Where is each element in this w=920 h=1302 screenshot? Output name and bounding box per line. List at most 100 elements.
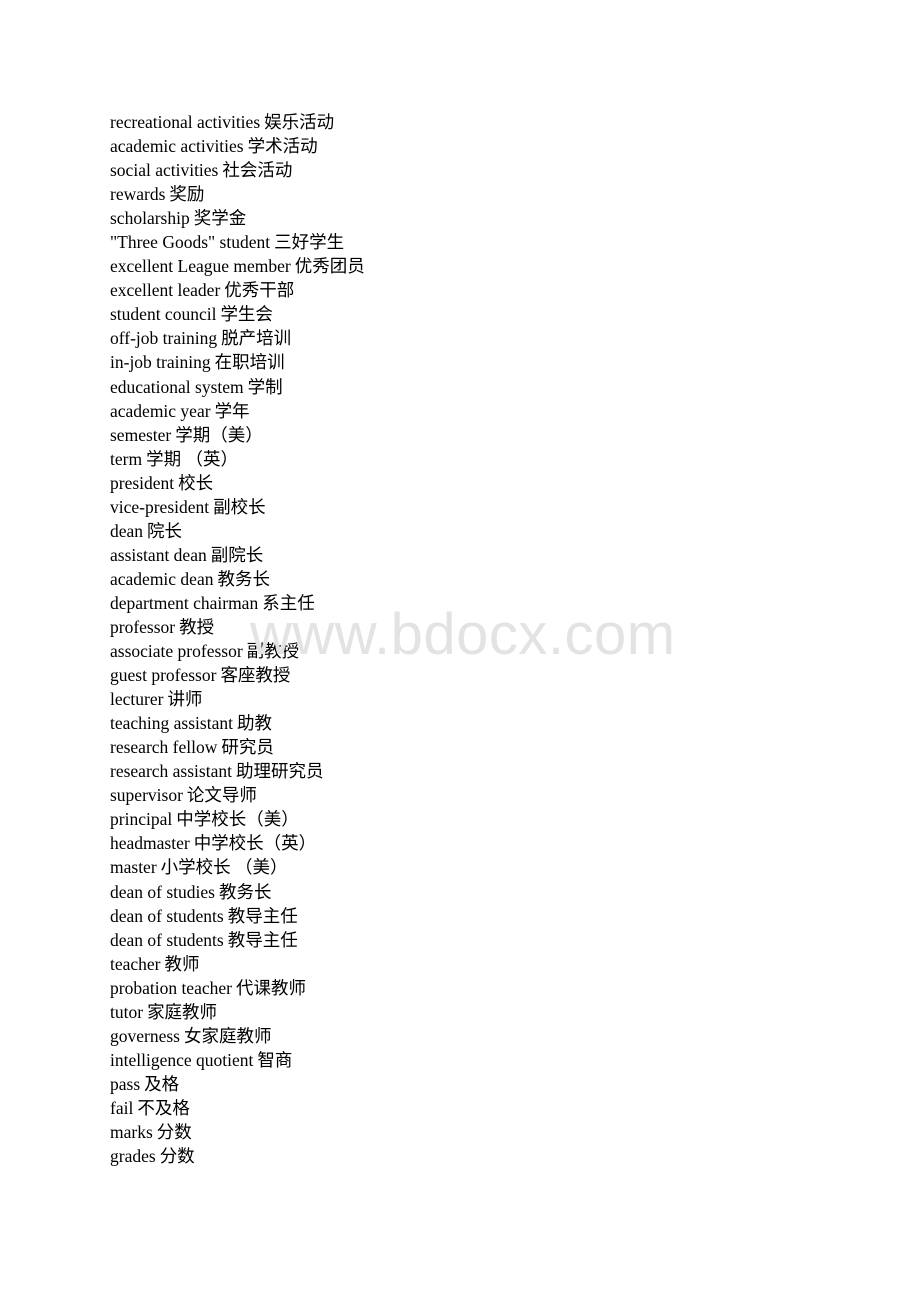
english-term: fail	[110, 1097, 134, 1118]
chinese-translation: 论文导师	[186, 785, 257, 806]
chinese-translation: 分数	[156, 1121, 192, 1142]
vocabulary-entry: marks 分数	[110, 1120, 365, 1144]
english-term: teaching assistant	[110, 713, 233, 734]
english-term: rewards	[110, 184, 166, 205]
english-term: teacher	[110, 953, 161, 974]
chinese-translation: 讲师	[167, 689, 203, 710]
chinese-translation: 优秀团员	[294, 256, 365, 277]
vocabulary-entry: excellent League member 优秀团员	[110, 254, 365, 278]
english-term: headmaster	[110, 833, 190, 854]
chinese-translation: 脱产培训	[221, 328, 292, 349]
chinese-translation: 系主任	[262, 592, 315, 613]
vocabulary-entry: teacher 教师	[110, 952, 365, 976]
english-term: governess	[110, 1025, 180, 1046]
chinese-translation: 学期 （英）	[146, 448, 238, 469]
english-term: research assistant	[110, 761, 232, 782]
vocabulary-entry: academic year 学年	[110, 399, 365, 423]
english-term: recreational activities	[110, 112, 261, 132]
chinese-translation: 副院长	[210, 544, 264, 565]
english-term: student council	[110, 304, 217, 325]
chinese-translation: 院长	[147, 520, 183, 541]
vocabulary-entry: teaching assistant 助教	[110, 711, 365, 735]
vocabulary-list: recreational activities 娱乐活动 academic acti…	[110, 110, 365, 1168]
chinese-translation: 学生会	[220, 304, 273, 325]
vocabulary-entry: tutor 家庭教师	[110, 1000, 365, 1024]
chinese-translation: 教务长	[217, 568, 270, 589]
english-term: dean of students	[110, 929, 224, 950]
vocabulary-entry: research fellow 研究员	[110, 735, 365, 759]
english-term: master	[110, 857, 157, 878]
vocabulary-entry: principal 中学校长（美）	[110, 807, 365, 831]
chinese-translation: 及格	[144, 1073, 180, 1094]
english-term: pass	[110, 1073, 141, 1094]
english-term: dean of students	[110, 905, 224, 926]
english-term: principal	[110, 809, 173, 830]
chinese-translation: 在职培训	[214, 352, 285, 373]
vocabulary-entry: pass 及格	[110, 1072, 365, 1096]
chinese-translation: 学期（美）	[175, 424, 263, 445]
vocabulary-entry: assistant dean 副院长	[110, 543, 365, 567]
vocabulary-entry: president 校长	[110, 471, 365, 495]
english-term: assistant dean	[110, 544, 207, 565]
english-term: grades	[110, 1146, 156, 1167]
vocabulary-entry: grades 分数	[110, 1144, 365, 1168]
chinese-translation: 教授	[179, 616, 215, 637]
vocabulary-entry: student council 学生会	[110, 302, 365, 326]
chinese-translation: 教务长	[218, 881, 272, 902]
english-term: vice-president	[110, 496, 210, 517]
vocabulary-entry: vice-president 副校长	[110, 495, 365, 519]
vocabulary-entry: scholarship 奖学金	[110, 206, 365, 230]
chinese-translation: 学年	[214, 400, 250, 421]
english-term: educational system	[110, 376, 244, 397]
vocabulary-entry: off-job training 脱产培训	[110, 326, 365, 350]
vocabulary-entry: dean of studies 教务长	[110, 880, 365, 904]
chinese-translation: 中学校长（美）	[176, 809, 299, 830]
english-term: off-job training	[110, 328, 218, 349]
document-page: recreational activities 娱乐活动 academic acti…	[0, 0, 920, 1302]
vocabulary-entry: supervisor 论文导师	[110, 783, 365, 807]
chinese-translation: 智商	[257, 1049, 293, 1070]
english-term: term	[110, 448, 143, 469]
vocabulary-entry: recreational activities 娱乐活动	[110, 110, 365, 134]
english-term: scholarship	[110, 208, 190, 229]
english-term: guest professor	[110, 665, 217, 686]
vocabulary-entry: rewards 奖励	[110, 182, 365, 206]
english-term: in-job training	[110, 352, 211, 373]
english-term: academic year	[110, 400, 211, 421]
chinese-translation: 小学校长 （美）	[160, 857, 288, 878]
english-term: probation teacher	[110, 977, 232, 998]
chinese-translation: 代课教师	[235, 977, 306, 998]
chinese-translation: 奖励	[169, 184, 205, 205]
vocabulary-entry: semester 学期（美）	[110, 423, 365, 447]
vocabulary-entry: fail 不及格	[110, 1096, 365, 1120]
chinese-translation: 不及格	[137, 1097, 190, 1118]
chinese-translation: 研究员	[221, 737, 274, 758]
chinese-translation: 客座教授	[220, 665, 291, 686]
chinese-translation: 奖学金	[193, 208, 247, 229]
english-term: president	[110, 472, 175, 493]
chinese-translation: 助理研究员	[235, 761, 324, 782]
english-term: supervisor	[110, 785, 183, 806]
english-term: tutor	[110, 1001, 144, 1022]
chinese-translation: 学制	[247, 376, 283, 397]
chinese-translation: 助教	[236, 713, 272, 734]
chinese-translation: 副教授	[246, 641, 300, 662]
vocabulary-entry: guest professor 客座教授	[110, 663, 365, 687]
english-term: professor	[110, 616, 176, 637]
english-term: intelligence quotient	[110, 1049, 254, 1070]
english-term: academic activities	[110, 136, 244, 157]
english-term: dean of studies	[110, 881, 215, 902]
chinese-translation: 中学校长（英）	[193, 833, 317, 854]
vocabulary-entry: dean of students 教导主任	[110, 928, 365, 952]
english-term: lecturer	[110, 689, 164, 710]
vocabulary-entry: in-job training 在职培训	[110, 350, 365, 374]
english-term: department chairman	[110, 592, 259, 613]
chinese-translation: 教导主任	[227, 929, 298, 950]
vocabulary-entry: department chairman 系主任	[110, 591, 365, 615]
english-term: excellent League member	[110, 256, 291, 277]
vocabulary-entry: academic dean 教务长	[110, 567, 365, 591]
vocabulary-entry: associate professor 副教授	[110, 639, 365, 663]
english-term: "Three Goods" student	[110, 232, 271, 253]
english-term: marks	[110, 1121, 153, 1142]
vocabulary-entry: research assistant 助理研究员	[110, 759, 365, 783]
